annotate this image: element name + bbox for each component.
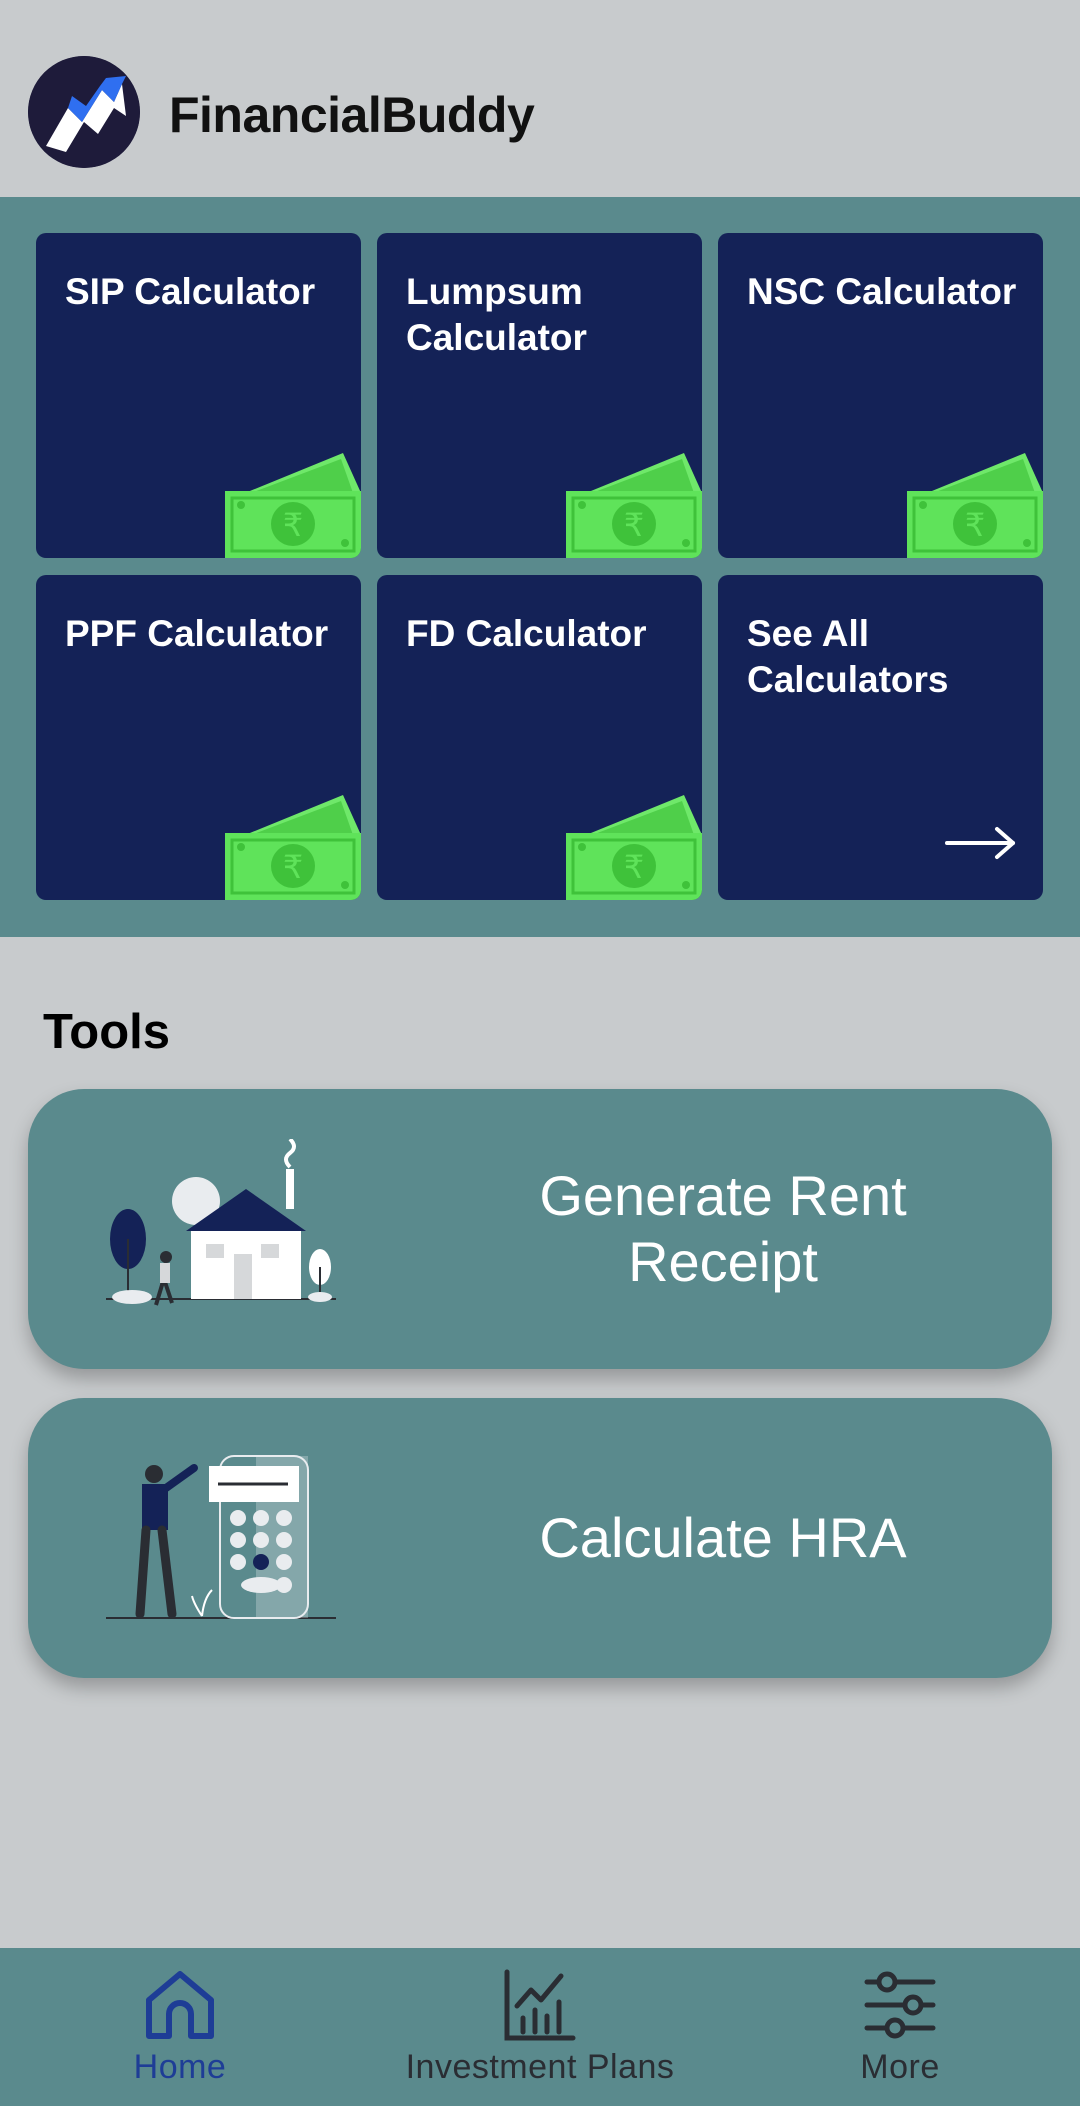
card-label: SIP Calculator	[65, 271, 316, 312]
money-icon	[907, 453, 1043, 558]
tools-section-title: Tools	[43, 1005, 171, 1059]
sip-calculator-card[interactable]: SIP Calculator	[36, 233, 361, 558]
nav-label: Home	[133, 2048, 227, 2086]
arrow-right-icon	[945, 826, 1017, 860]
money-icon	[225, 795, 361, 900]
calculators-panel: SIP Calculator Lumpsum Calculator NSC Ca…	[0, 197, 1080, 937]
money-icon	[566, 453, 702, 558]
calculator-illustration-icon	[106, 1448, 346, 1628]
app-header: FinancialBuddy	[0, 0, 1080, 197]
chart-icon	[503, 1968, 577, 2042]
nav-item-investment-plans[interactable]: Investment Plans	[390, 1968, 690, 2098]
nav-label: Investment Plans	[405, 2048, 675, 2086]
card-label: Lumpsum Calculator	[406, 271, 587, 358]
money-icon	[225, 453, 361, 558]
generate-rent-receipt-card[interactable]: Generate Rent Receipt	[28, 1089, 1052, 1369]
ppf-calculator-card[interactable]: PPF Calculator	[36, 575, 361, 900]
nav-item-home[interactable]: Home	[130, 1968, 230, 2098]
bottom-navigation: Home Investment Plans More	[0, 1948, 1080, 2106]
card-label: NSC Calculator	[747, 271, 1017, 312]
card-label: FD Calculator	[406, 613, 647, 654]
tool-label: Calculate HRA	[539, 1506, 907, 1569]
see-all-calculators-card[interactable]: See All Calculators	[718, 575, 1043, 900]
nav-label: More	[860, 2048, 940, 2086]
money-icon	[566, 795, 702, 900]
lumpsum-calculator-card[interactable]: Lumpsum Calculator	[377, 233, 702, 558]
home-icon	[143, 1968, 217, 2042]
fd-calculator-card[interactable]: FD Calculator	[377, 575, 702, 900]
house-illustration-icon	[106, 1139, 346, 1319]
nav-item-more[interactable]: More	[850, 1968, 950, 2098]
card-label: See All Calculators	[747, 613, 949, 700]
app-logo-icon	[28, 56, 140, 168]
card-label: PPF Calculator	[65, 613, 329, 654]
calculate-hra-card[interactable]: Calculate HRA	[28, 1398, 1052, 1678]
app-title: FinancialBuddy	[169, 87, 535, 143]
nsc-calculator-card[interactable]: NSC Calculator	[718, 233, 1043, 558]
sliders-icon	[863, 1968, 937, 2042]
tool-label: Generate Rent Receipt	[539, 1164, 907, 1293]
